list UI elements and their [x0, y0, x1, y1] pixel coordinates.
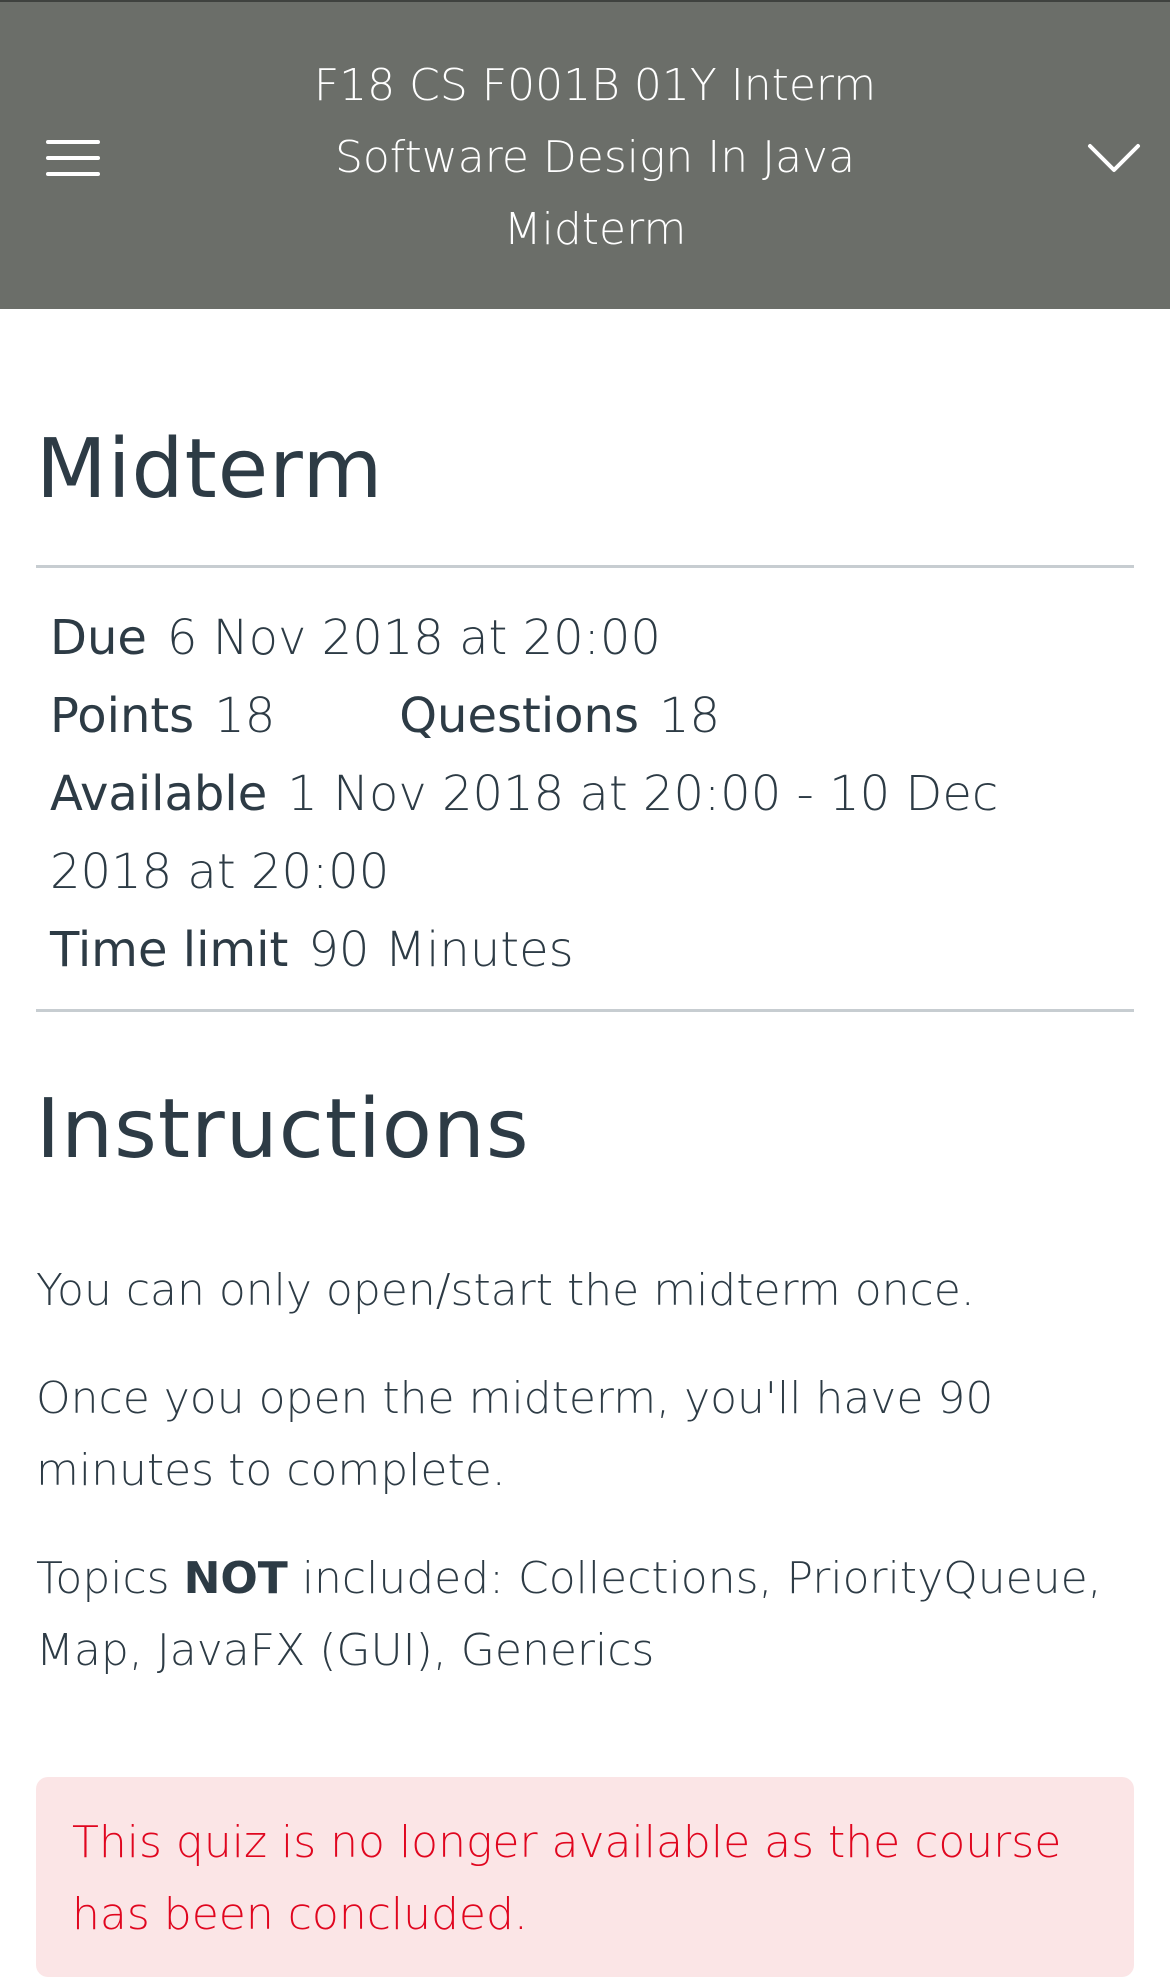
details-top-divider	[36, 565, 1134, 568]
time-limit-row: Time limit 90 Minutes	[50, 911, 1134, 989]
course-title: F18 CS F001B 01Y Interm Software Design …	[190, 50, 1000, 266]
hamburger-menu-icon[interactable]	[36, 130, 108, 186]
instructions-paragraph-3: Topics NOT included: Collections, Priori…	[36, 1543, 1134, 1687]
course-title-line-1: F18 CS F001B 01Y Interm	[313, 60, 877, 111]
points-value: 18	[214, 688, 276, 744]
course-title-line-2: Software Design In Java	[334, 132, 856, 183]
time-limit-value: 90 Minutes	[308, 922, 574, 978]
menu-line	[46, 172, 100, 176]
instructions-title: Instructions	[36, 1082, 530, 1177]
available-row: Available 1 Nov 2018 at 20:00 - 10 Dec 20…	[50, 755, 1134, 911]
topics-prefix: Topics	[36, 1553, 184, 1604]
page-title: Midterm	[36, 422, 384, 517]
top-app-bar: F18 CS F001B 01Y Interm Software Design …	[0, 0, 1170, 309]
quiz-unavailable-alert: This quiz is no longer available as the …	[36, 1777, 1134, 1977]
topics-not-emphasis: NOT	[183, 1553, 288, 1604]
menu-line	[46, 156, 100, 160]
menu-line	[46, 140, 100, 144]
due-value: 6 Nov 2018 at 20:00	[166, 610, 661, 666]
questions-value: 18	[658, 688, 721, 744]
instructions-paragraph-1: You can only open/start the midterm once…	[36, 1265, 975, 1316]
questions-label: Questions	[399, 688, 639, 744]
time-limit-label: Time limit	[50, 922, 289, 978]
available-label: Available	[50, 766, 268, 822]
course-title-line-3: Midterm	[503, 204, 687, 255]
due-row: Due 6 Nov 2018 at 20:00	[50, 599, 1134, 677]
instructions-paragraph-2: Once you open the midterm, you'll have 9…	[36, 1373, 994, 1496]
quiz-details: Due 6 Nov 2018 at 20:00 Points 18 Questions…	[50, 599, 1134, 989]
due-label: Due	[50, 610, 147, 666]
chevron-down-icon[interactable]	[1078, 132, 1150, 184]
details-bottom-divider	[36, 1009, 1134, 1012]
points-label: Points	[50, 688, 195, 744]
points-row: Points 18 Questions 18	[50, 677, 1134, 755]
alert-message: This quiz is no longer available as the …	[72, 1817, 1062, 1940]
